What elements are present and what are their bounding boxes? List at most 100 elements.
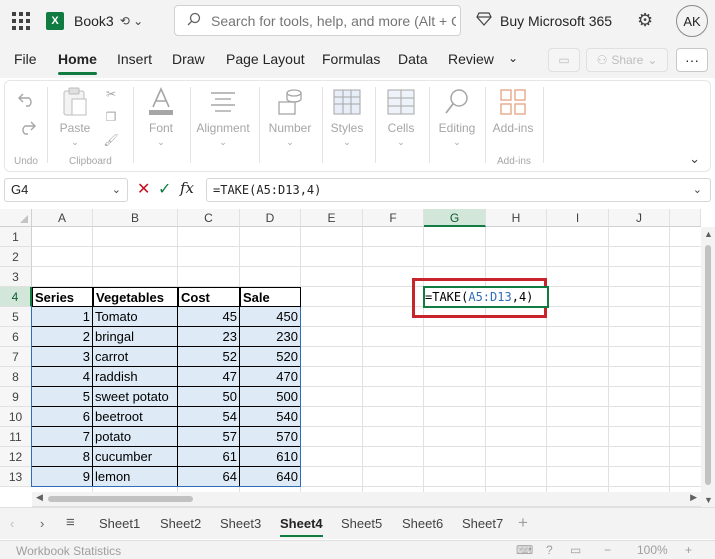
table-cell[interactable]: sweet potato [93, 387, 178, 407]
name-box-chevron-icon[interactable]: ⌄ [112, 183, 121, 196]
table-cell[interactable]: 450 [240, 307, 301, 327]
vertical-scrollbar[interactable]: ▲ ▼ [701, 227, 715, 507]
table-cell[interactable]: 610 [240, 447, 301, 467]
table-cell[interactable]: 52 [178, 347, 240, 367]
name-box[interactable]: G4 ⌄ [4, 178, 128, 202]
avatar[interactable]: AK [676, 5, 708, 37]
vertical-scroll-thumb[interactable] [705, 245, 711, 485]
table-cell[interactable]: 2 [32, 327, 93, 347]
cells-button[interactable]: Cells ⌄ [381, 87, 421, 148]
next-sheet-chevron-icon[interactable]: › [40, 516, 44, 531]
copy-icon[interactable]: ❐ [103, 110, 119, 124]
tab-formulas[interactable]: Formulas [322, 51, 380, 67]
all-sheets-menu-icon[interactable]: ≡ [66, 514, 75, 531]
table-cell[interactable]: 57 [178, 427, 240, 447]
font-button[interactable]: Font ⌄ [141, 87, 181, 148]
tab-review[interactable]: Review [448, 51, 494, 67]
row-header-1[interactable]: 1 [0, 227, 32, 247]
row-header-6[interactable]: 6 [0, 327, 32, 347]
sheet-tab-3[interactable]: Sheet3 [220, 516, 261, 531]
table-header-cell[interactable]: Cost [178, 287, 240, 307]
formula-expand-chevron-icon[interactable]: ⌄ [693, 183, 702, 196]
settings-gear-icon[interactable]: ⚙ [637, 10, 653, 31]
styles-button[interactable]: Styles ⌄ [327, 87, 367, 148]
sheet-tab-1[interactable]: Sheet1 [99, 516, 140, 531]
table-cell[interactable]: 8 [32, 447, 93, 467]
search-input[interactable] [211, 12, 456, 29]
cell-editor-text[interactable]: =TAKE(A5:D13,4) [425, 288, 533, 306]
undo-button[interactable] [17, 91, 37, 111]
table-cell[interactable]: 6 [32, 407, 93, 427]
tab-file[interactable]: File [14, 51, 37, 67]
table-cell[interactable]: 4 [32, 367, 93, 387]
tab-data[interactable]: Data [398, 51, 428, 67]
column-header-partial[interactable] [670, 209, 701, 227]
sheet-tab-2[interactable]: Sheet2 [160, 516, 201, 531]
row-header-7[interactable]: 7 [0, 347, 32, 367]
alignment-button[interactable]: Alignment ⌄ [195, 87, 251, 148]
row-header-9[interactable]: 9 [0, 387, 32, 407]
zoom-level[interactable]: 100% [637, 543, 668, 557]
document-title[interactable]: Book3 [74, 13, 114, 29]
sheet-tab-5[interactable]: Sheet5 [341, 516, 382, 531]
row-header-10[interactable]: 10 [0, 407, 32, 427]
tab-home[interactable]: Home [58, 51, 97, 75]
table-cell[interactable]: 230 [240, 327, 301, 347]
column-header-j[interactable]: J [609, 209, 670, 227]
table-cell[interactable]: 640 [240, 467, 301, 487]
horizontal-scrollbar[interactable]: ◀ ▶ [32, 492, 701, 506]
column-header-c[interactable]: C [178, 209, 240, 227]
insert-function-icon[interactable]: fx [180, 179, 194, 197]
table-cell[interactable]: 45 [178, 307, 240, 327]
sheet-tab-7[interactable]: Sheet7 [462, 516, 503, 531]
sheet-tab-4[interactable]: Sheet4 [280, 516, 323, 537]
scroll-left-icon[interactable]: ◀ [36, 492, 43, 503]
tab-draw[interactable]: Draw [172, 51, 205, 67]
prev-sheet-chevron-icon[interactable]: ‹ [10, 516, 14, 531]
add-sheet-plus-icon[interactable]: + [518, 513, 528, 533]
table-cell[interactable]: 7 [32, 427, 93, 447]
row-header-2[interactable]: 2 [0, 247, 32, 267]
comments-button[interactable]: ▭ [548, 48, 580, 72]
addins-button[interactable]: Add-ins [491, 87, 535, 135]
table-header-cell[interactable]: Series [32, 287, 93, 307]
keyboard-icon[interactable]: ⌨ [516, 543, 533, 557]
table-cell[interactable]: 47 [178, 367, 240, 387]
table-cell[interactable]: cucumber [93, 447, 178, 467]
format-painter-icon[interactable]: 🖌 [103, 133, 119, 147]
table-cell[interactable]: 520 [240, 347, 301, 367]
row-header-4[interactable]: 4 [0, 287, 32, 307]
redo-button[interactable] [17, 119, 37, 139]
column-header-f[interactable]: F [363, 209, 424, 227]
cut-icon[interactable]: ✂ [103, 87, 119, 101]
more-tabs-chevron-icon[interactable]: ⌄ [508, 51, 518, 65]
table-cell[interactable]: 1 [32, 307, 93, 327]
enter-check-icon[interactable]: ✓ [158, 179, 171, 199]
select-all-corner[interactable] [0, 209, 32, 227]
row-header-8[interactable]: 8 [0, 367, 32, 387]
row-header-5[interactable]: 5 [0, 307, 32, 327]
spreadsheet-grid[interactable]: ABCDEFGHIJ 1 2 3 4 5 6 7 8 9 10 11 12 13 Series Veget… [0, 209, 715, 507]
scroll-right-icon[interactable]: ▶ [690, 492, 697, 503]
row-header-11[interactable]: 11 [0, 427, 32, 447]
table-cell[interactable]: carrot [93, 347, 178, 367]
ribbon-collapse-chevron-icon[interactable]: ⌄ [689, 151, 700, 167]
row-header-3[interactable]: 3 [0, 267, 32, 287]
table-cell[interactable]: lemon [93, 467, 178, 487]
column-header-d[interactable]: D [240, 209, 301, 227]
help-icon[interactable]: ? [546, 543, 553, 557]
app-launcher-icon[interactable] [12, 11, 32, 31]
table-cell[interactable]: 3 [32, 347, 93, 367]
number-button[interactable]: Number ⌄ [265, 87, 315, 148]
autosave-icon[interactable]: ⟲ ⌄ [120, 14, 143, 28]
zoom-in-icon[interactable]: + [685, 543, 692, 557]
table-cell[interactable]: bringal [93, 327, 178, 347]
tab-page-layout[interactable]: Page Layout [226, 51, 305, 67]
buy-microsoft-365-button[interactable]: Buy Microsoft 365 [476, 12, 612, 29]
zoom-out-icon[interactable]: − [604, 543, 611, 557]
column-header-i[interactable]: I [547, 209, 609, 227]
table-cell[interactable]: 540 [240, 407, 301, 427]
table-cell[interactable]: 5 [32, 387, 93, 407]
table-cell[interactable]: beetroot [93, 407, 178, 427]
table-cell[interactable]: 54 [178, 407, 240, 427]
